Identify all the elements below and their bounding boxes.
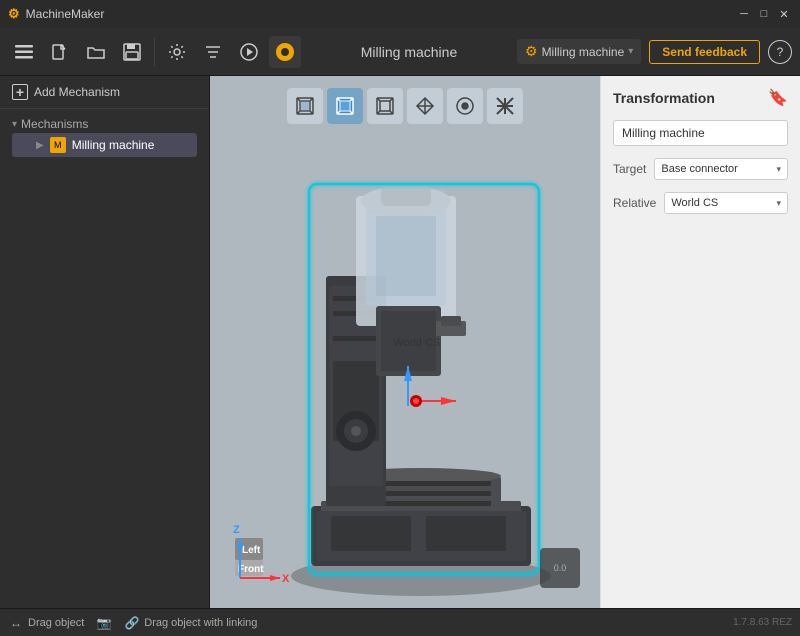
- tree-section: ▾ Mechanisms ▶ M Milling machine: [0, 109, 209, 163]
- zoom-value: 0.0: [554, 563, 567, 573]
- status-drag-object[interactable]: ↔ Drag object: [8, 615, 84, 631]
- relative-dropdown[interactable]: World CS ▾: [664, 192, 788, 214]
- diamond-view-btn[interactable]: [407, 88, 443, 124]
- panel-header: Transformation 🔖: [613, 88, 788, 108]
- target-label: Target: [613, 162, 646, 176]
- app-title: MachineMaker: [26, 7, 105, 21]
- panel-title: Transformation: [613, 90, 715, 106]
- toolbar-title: Milling machine: [305, 44, 513, 60]
- relative-label: Relative: [613, 196, 656, 210]
- right-panel: Transformation 🔖 Target Base connector ▾…: [600, 76, 800, 608]
- mechanisms-label: Mechanisms: [21, 117, 88, 131]
- app-logo: ⚙: [8, 6, 20, 22]
- relative-row: Relative World CS ▾: [613, 192, 788, 214]
- drag-object-label: Drag object: [28, 617, 84, 629]
- settings-button[interactable]: [161, 36, 193, 68]
- title-bar: ⚙ MachineMaker ─ □ ✕: [0, 0, 800, 28]
- relative-value: World CS: [671, 197, 718, 209]
- machine-3d-model: [261, 136, 581, 608]
- target-dropdown[interactable]: Base connector ▾: [654, 158, 788, 180]
- mechanisms-tree: ▾ Mechanisms ▶ M Milling machine: [0, 109, 209, 608]
- bookmark-icon[interactable]: 🔖: [768, 88, 788, 108]
- toolbar: Milling machine ⚙ Milling machine ▾ Send…: [0, 28, 800, 76]
- left-panel: + Add Mechanism ▾ Mechanisms ▶ M Milling…: [0, 76, 210, 608]
- separator-1: [154, 38, 155, 66]
- viewport[interactable]: World CS Left Front Z X 0.0: [210, 76, 600, 608]
- name-input[interactable]: [613, 120, 788, 146]
- maximize-button[interactable]: □: [756, 6, 772, 22]
- machine-dropdown[interactable]: ⚙ Milling machine ▾: [517, 39, 641, 64]
- status-drag-linking[interactable]: 🔗 Drag object with linking: [124, 615, 257, 631]
- close-button[interactable]: ✕: [776, 6, 792, 22]
- title-bar-controls: ─ □ ✕: [736, 6, 792, 22]
- help-button[interactable]: ?: [768, 40, 792, 64]
- toolbar-right: ⚙ Milling machine ▾ Send feedback ?: [517, 39, 792, 64]
- zoom-indicator: 0.0: [540, 548, 580, 588]
- filter-button[interactable]: [197, 36, 229, 68]
- axis-widget: Left Front Z X: [230, 518, 300, 588]
- perspective-view-btn[interactable]: [287, 88, 323, 124]
- drag-linking-icon: 🔗: [124, 615, 140, 631]
- camera-icon: 📷: [96, 615, 112, 631]
- main-area: + Add Mechanism ▾ Mechanisms ▶ M Milling…: [0, 76, 800, 608]
- mechanisms-header[interactable]: ▾ Mechanisms: [12, 115, 197, 133]
- target-value: Base connector: [661, 163, 737, 175]
- drag-object-icon: ↔: [8, 615, 24, 631]
- open-button[interactable]: [80, 36, 112, 68]
- menu-button[interactable]: [8, 36, 40, 68]
- svg-text:X: X: [282, 573, 290, 585]
- svg-text:Z: Z: [233, 524, 240, 536]
- machine-dropdown-label: Milling machine: [542, 45, 625, 59]
- cross-view-btn[interactable]: [487, 88, 523, 124]
- tree-item-milling-machine[interactable]: ▶ M Milling machine: [12, 133, 197, 157]
- circle-view-btn[interactable]: [447, 88, 483, 124]
- status-bar: ↔ Drag object 📷 🔗 Drag object with linki…: [0, 608, 800, 636]
- play-button[interactable]: [233, 36, 265, 68]
- add-icon: +: [12, 84, 28, 100]
- tree-collapse-arrow: ▾: [12, 119, 17, 130]
- wireframe-view-btn[interactable]: [367, 88, 403, 124]
- shaded-view-btn[interactable]: [327, 88, 363, 124]
- relative-dropdown-arrow: ▾: [776, 198, 781, 209]
- view-toolbar: [287, 88, 523, 124]
- svg-text:Left: Left: [242, 545, 261, 556]
- send-feedback-button[interactable]: Send feedback: [649, 40, 760, 64]
- save-button[interactable]: [116, 36, 148, 68]
- new-button[interactable]: [44, 36, 76, 68]
- title-bar-left: ⚙ MachineMaker: [8, 6, 104, 22]
- tree-item-label: Milling machine: [72, 138, 155, 152]
- status-version: 1.7.8.63 REZ: [733, 617, 792, 628]
- tree-item-arrow: ▶: [36, 140, 44, 151]
- minimize-button[interactable]: ─: [736, 6, 752, 22]
- tree-item-icon: M: [50, 137, 66, 153]
- status-camera[interactable]: 📷: [96, 615, 112, 631]
- active-tool-button[interactable]: [269, 36, 301, 68]
- drag-linking-label: Drag object with linking: [144, 617, 257, 629]
- add-mechanism-label: Add Mechanism: [34, 85, 120, 99]
- target-dropdown-arrow: ▾: [776, 164, 781, 175]
- target-row: Target Base connector ▾: [613, 158, 788, 180]
- svg-text:Front: Front: [238, 564, 264, 575]
- add-mechanism-button[interactable]: + Add Mechanism: [0, 76, 209, 109]
